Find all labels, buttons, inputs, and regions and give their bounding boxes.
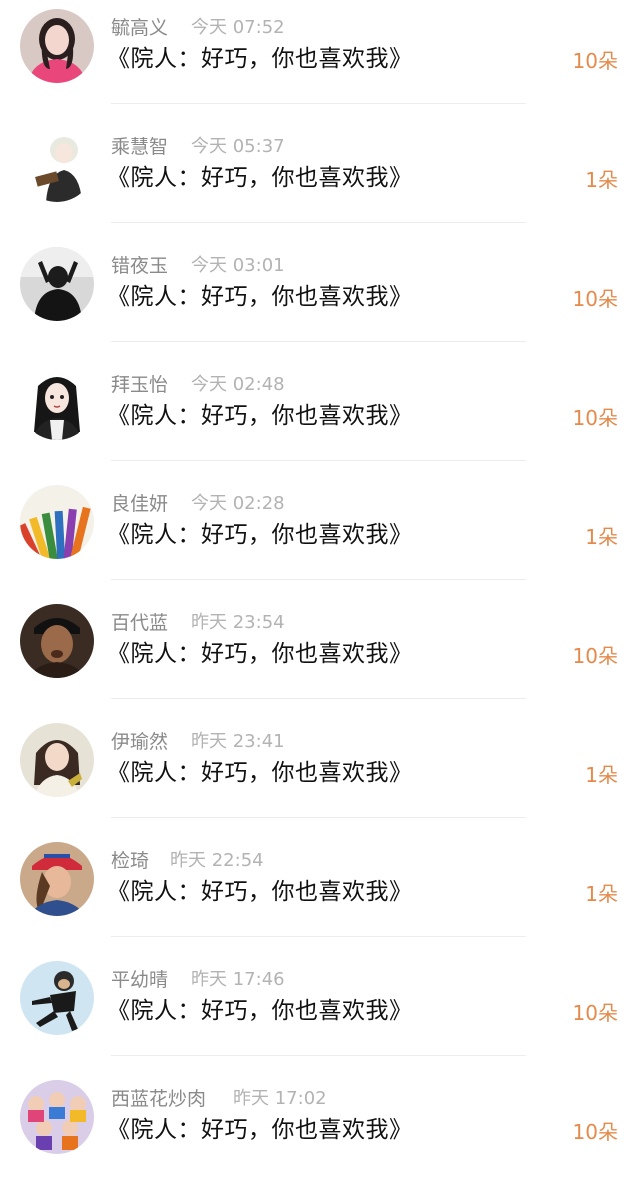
sender-name[interactable]: 错夜玉 [111,254,168,278]
message-text: 《院人：好巧，你也喜欢我》 [107,1117,413,1143]
timestamp: 今天 02:28 [191,493,285,514]
timestamp: 今天 03:01 [191,255,285,276]
timestamp: 昨天 17:46 [191,969,285,990]
list-item[interactable]: 毓高义 今天 07:52 《院人：好巧，你也喜欢我》 10朵 [0,0,640,119]
message-text: 《院人：好巧，你也喜欢我》 [107,641,413,667]
timestamp: 今天 05:37 [191,136,285,157]
gift-record-list: 毓高义 今天 07:52 《院人：好巧，你也喜欢我》 10朵 乘慧智 今天 05… [0,0,640,1163]
message-text: 《院人：好巧，你也喜欢我》 [107,165,413,191]
sender-name[interactable]: 伊瑜然 [111,730,168,754]
timestamp: 今天 02:48 [191,374,285,395]
message-text: 《院人：好巧，你也喜欢我》 [107,522,413,548]
message-text: 《院人：好巧，你也喜欢我》 [107,998,413,1024]
list-item[interactable]: 西蓝花炒肉 昨天 17:02 《院人：好巧，你也喜欢我》 10朵 [0,1071,640,1190]
avatar[interactable] [20,366,94,440]
list-item[interactable]: 拜玉怡 今天 02:48 《院人：好巧，你也喜欢我》 10朵 [0,357,640,476]
message-text: 《院人：好巧，你也喜欢我》 [107,46,413,72]
divider [111,936,526,937]
gift-count: 1朵 [585,168,618,192]
avatar-monkey-icon [20,961,94,1035]
avatar[interactable] [20,961,94,1035]
sender-name[interactable]: 拜玉怡 [111,373,168,397]
gift-count: 10朵 [572,644,618,668]
gift-count: 10朵 [572,1001,618,1025]
avatar[interactable] [20,9,94,83]
list-item[interactable]: 伊瑜然 昨天 23:41 《院人：好巧，你也喜欢我》 1朵 [0,714,640,833]
divider [111,579,526,580]
divider [111,341,526,342]
timestamp: 昨天 23:41 [191,731,285,752]
avatar-anime-boy-icon [20,128,94,202]
divider [111,817,526,818]
avatar-man-cap-icon [20,604,94,678]
gift-count: 1朵 [585,763,618,787]
avatar[interactable] [20,247,94,321]
avatar[interactable] [20,604,94,678]
avatar-cartoon-group-icon [20,1080,94,1154]
list-item[interactable]: 错夜玉 今天 03:01 《院人：好巧，你也喜欢我》 10朵 [0,238,640,357]
gift-count: 1朵 [585,525,618,549]
avatar-anime-girl-icon [20,366,94,440]
gift-count: 10朵 [572,406,618,430]
message-text: 《院人：好巧，你也喜欢我》 [107,403,413,429]
message-text: 《院人：好巧，你也喜欢我》 [107,284,413,310]
divider [111,1055,526,1056]
gift-count: 10朵 [572,287,618,311]
avatar-girl-photo-icon [20,723,94,797]
message-text: 《院人：好巧，你也喜欢我》 [107,879,413,905]
list-item[interactable]: 检琦 昨天 22:54 《院人：好巧，你也喜欢我》 1朵 [0,833,640,952]
sender-name[interactable]: 乘慧智 [111,135,168,159]
list-item[interactable]: 良佳妍 今天 02:28 《院人：好巧，你也喜欢我》 1朵 [0,476,640,595]
gift-count: 1朵 [585,882,618,906]
timestamp: 昨天 17:02 [233,1088,327,1109]
list-item[interactable]: 平幼晴 昨天 17:46 《院人：好巧，你也喜欢我》 10朵 [0,952,640,1071]
sender-name[interactable]: 西蓝花炒肉 [111,1087,206,1111]
avatar[interactable] [20,128,94,202]
avatar-pencils-icon [20,485,94,559]
timestamp: 今天 07:52 [191,17,285,38]
sender-name[interactable]: 检琦 [111,849,149,873]
sender-name[interactable]: 良佳妍 [111,492,168,516]
avatar[interactable] [20,842,94,916]
sender-name[interactable]: 毓高义 [111,16,168,40]
avatar[interactable] [20,485,94,559]
timestamp: 昨天 23:54 [191,612,285,633]
avatar[interactable] [20,1080,94,1154]
divider [111,103,526,104]
list-item[interactable]: 百代蓝 昨天 23:54 《院人：好巧，你也喜欢我》 10朵 [0,595,640,714]
timestamp: 昨天 22:54 [170,850,264,871]
divider [111,460,526,461]
list-item[interactable]: 乘慧智 今天 05:37 《院人：好巧，你也喜欢我》 1朵 [0,119,640,238]
divider [111,698,526,699]
sender-name[interactable]: 百代蓝 [111,611,168,635]
divider [111,222,526,223]
avatar[interactable] [20,723,94,797]
gift-count: 10朵 [572,1120,618,1144]
avatar-girl-pink-icon [20,9,94,83]
gift-count: 10朵 [572,49,618,73]
message-text: 《院人：好巧，你也喜欢我》 [107,760,413,786]
avatar-person-dark-icon [20,247,94,321]
avatar-woman-red-cap-icon [20,842,94,916]
sender-name[interactable]: 平幼晴 [111,968,168,992]
